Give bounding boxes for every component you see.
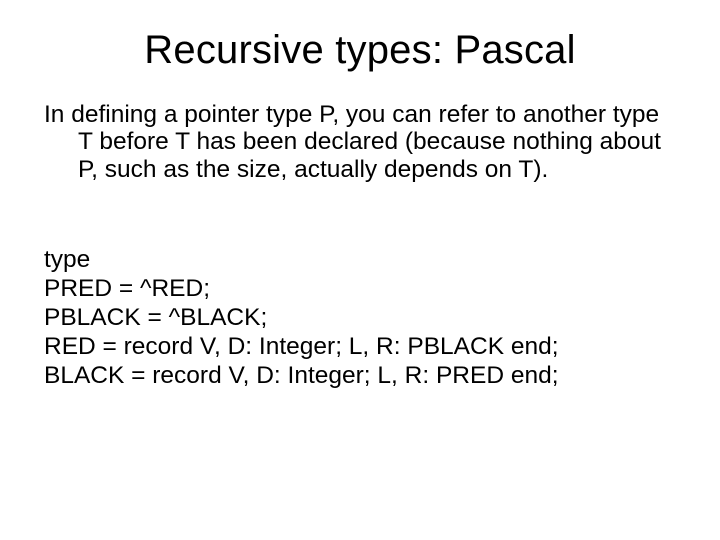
code-line-1: type: [44, 246, 90, 273]
code-line-3: PBLACK = ^BLACK;: [44, 304, 267, 331]
slide-title: Recursive types: Pascal: [44, 28, 676, 73]
code-line-5: BLACK = record V, D: Integer; L, R: PRED…: [44, 362, 559, 389]
code-block: type PRED = ^RED; PBLACK = ^BLACK; RED =…: [44, 217, 676, 419]
explanation-paragraph: In defining a pointer type P, you can re…: [44, 101, 676, 183]
slide: Recursive types: Pascal In defining a po…: [0, 0, 720, 540]
code-line-4: RED = record V, D: Integer; L, R: PBLACK…: [44, 333, 559, 360]
code-line-2: PRED = ^RED;: [44, 275, 210, 302]
explanation-text: In defining a pointer type P, you can re…: [44, 101, 676, 183]
